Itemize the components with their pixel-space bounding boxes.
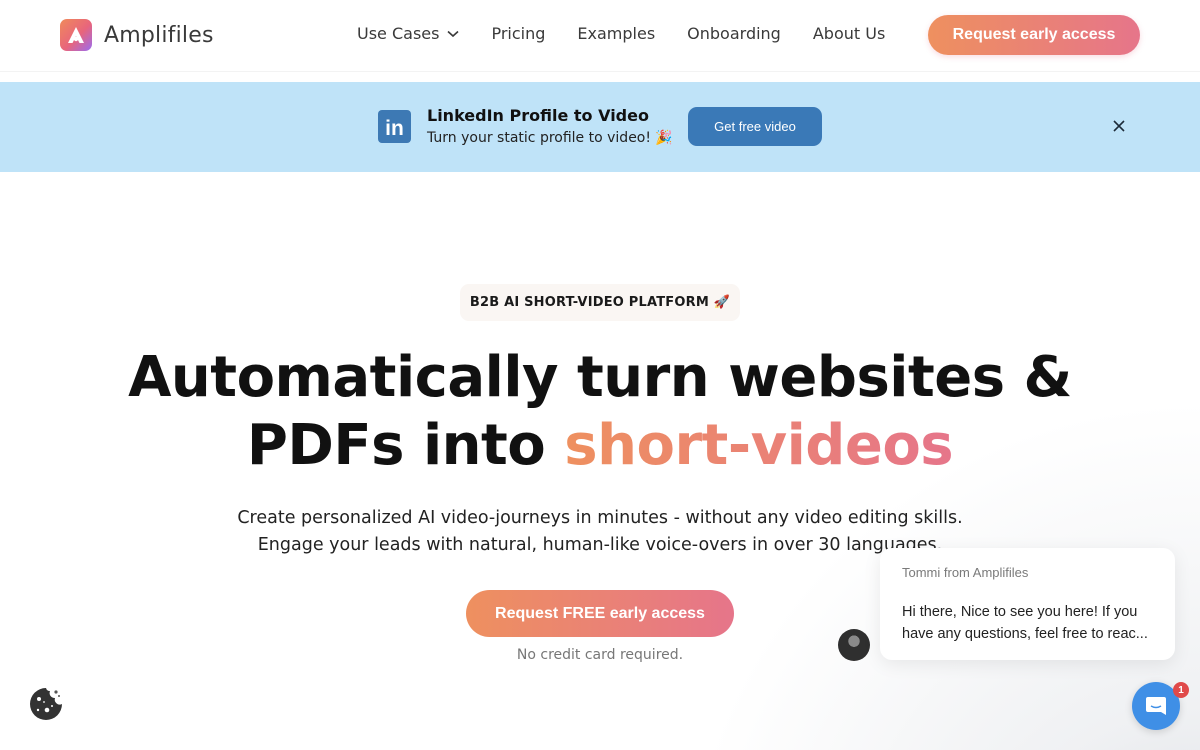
chevron-down-icon	[447, 30, 460, 37]
chat-preview-card[interactable]: Tommi from Amplifiles Hi there, Nice to …	[880, 548, 1175, 660]
hero-title-line1: Automatically turn websites &	[128, 345, 1072, 410]
nav-use-cases[interactable]: Use Cases	[357, 24, 460, 43]
nav-examples-label: Examples	[577, 24, 656, 43]
hero-subtitle-line2: Engage your leads with natural, human-li…	[257, 535, 943, 555]
banner-subtitle: Turn your static profile to video! 🎉	[427, 130, 673, 146]
brand-logo[interactable]: Amplifiles	[60, 19, 214, 51]
hero-title: Automatically turn websites & PDFs into …	[0, 344, 1200, 480]
main-nav: Use Cases Pricing Examples Onboarding Ab…	[357, 24, 917, 43]
get-free-video-button[interactable]: Get free video	[688, 107, 822, 146]
amplifiles-logo-icon	[60, 19, 92, 51]
hero-subtitle-line1: Create personalized AI video-journeys in…	[237, 508, 963, 528]
site-header: Amplifiles Use Cases Pricing Examples On…	[0, 0, 1200, 72]
brand-name: Amplifiles	[104, 22, 214, 48]
hero-title-line2: PDFs into	[246, 413, 565, 478]
nav-examples[interactable]: Examples	[577, 24, 655, 43]
nav-pricing-label: Pricing	[491, 24, 546, 43]
banner-title: LinkedIn Profile to Video	[427, 106, 649, 125]
request-free-early-access-button[interactable]: Request FREE early access	[466, 590, 734, 637]
chat-message: Hi there, Nice to see you here! If you h…	[902, 604, 1148, 642]
platform-tag: B2B AI SHORT-VIDEO PLATFORM 🚀	[460, 284, 740, 321]
promo-banner	[0, 82, 1200, 172]
cookie-icon[interactable]	[28, 686, 64, 722]
unread-badge: 1	[1173, 682, 1189, 698]
chat-agent-avatar[interactable]	[838, 629, 870, 661]
linkedin-icon: in	[378, 110, 411, 143]
nav-pricing[interactable]: Pricing	[491, 24, 545, 43]
chat-bubble-icon	[1146, 697, 1166, 715]
nav-use-cases-label: Use Cases	[357, 24, 440, 43]
nav-onboarding[interactable]: Onboarding	[687, 24, 781, 43]
nav-about-us-label: About Us	[812, 24, 886, 43]
chat-sender: Tommi from Amplifiles	[902, 565, 1029, 580]
hero-title-accent: short-videos	[564, 413, 954, 478]
nav-onboarding-label: Onboarding	[687, 24, 781, 43]
close-icon[interactable]	[1110, 117, 1128, 135]
nav-about-us[interactable]: About Us	[813, 24, 885, 43]
request-early-access-button[interactable]: Request early access	[928, 15, 1140, 55]
